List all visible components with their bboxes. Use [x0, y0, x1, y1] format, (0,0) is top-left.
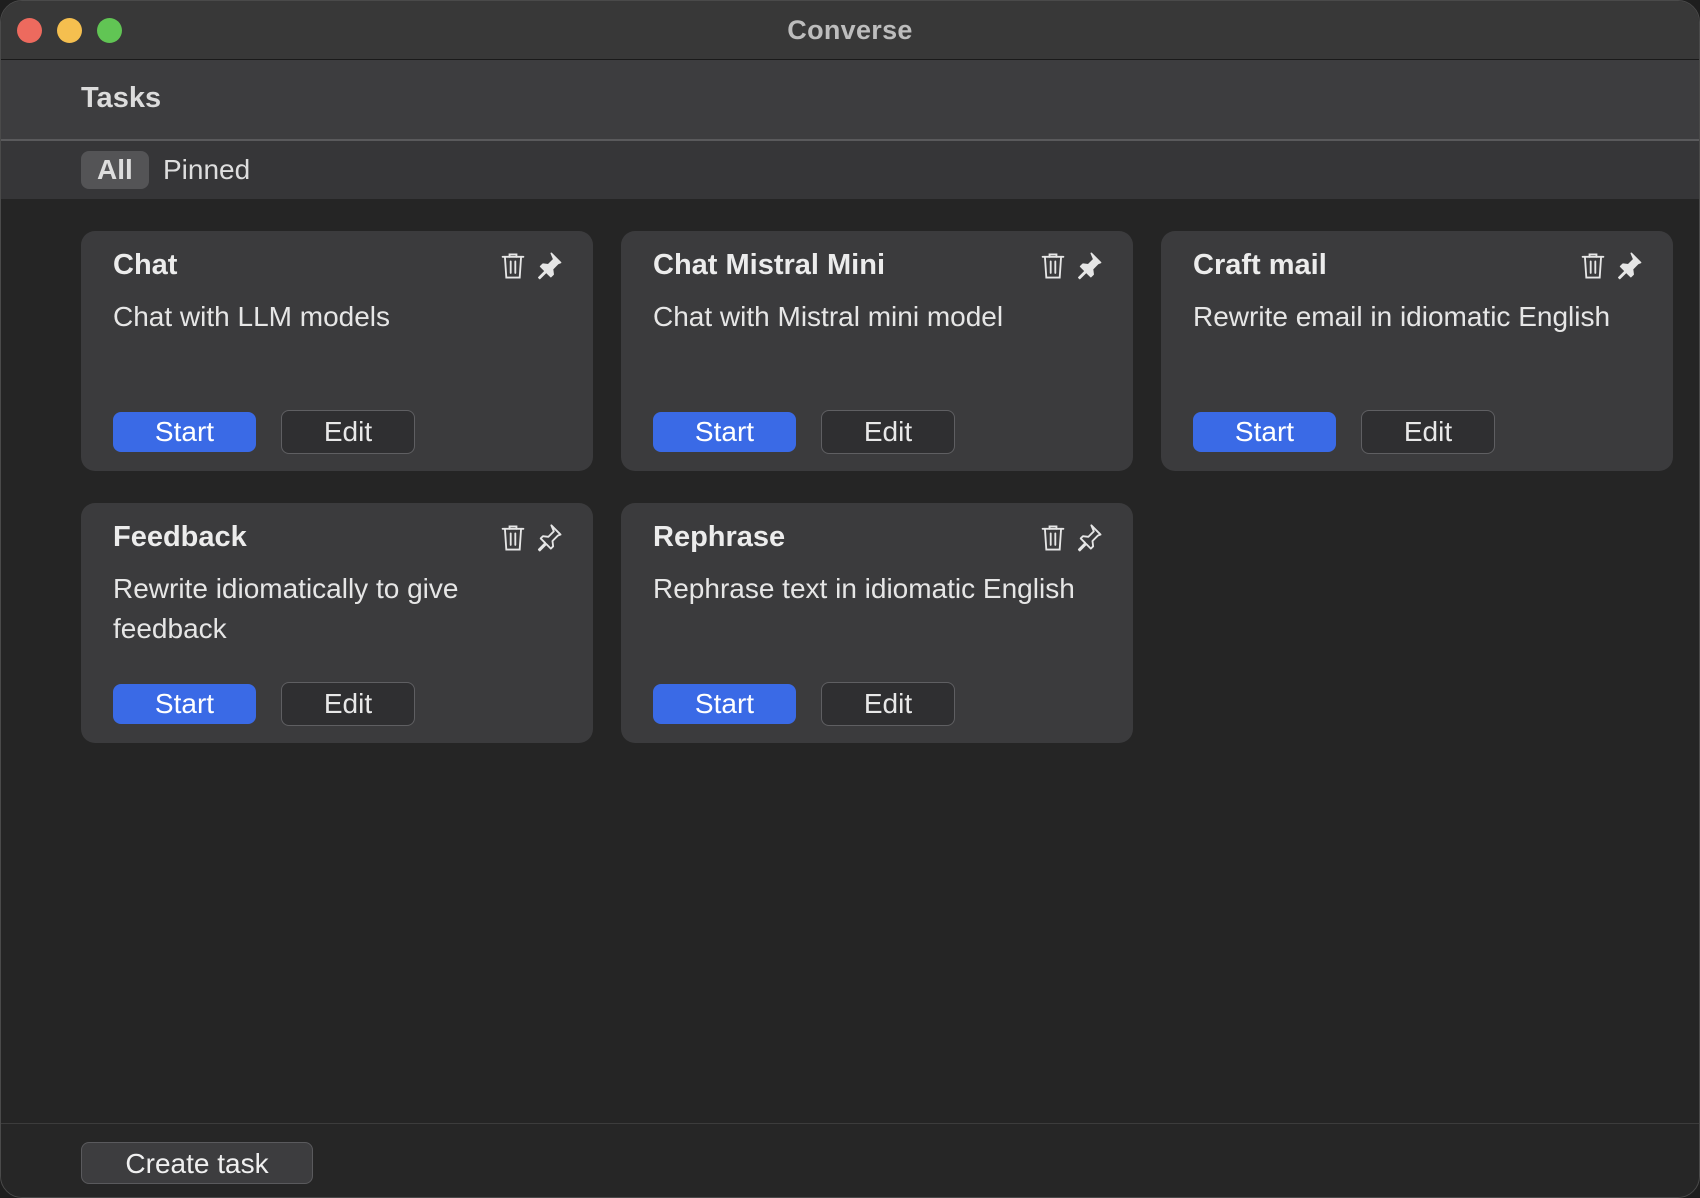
task-card-title: Chat [113, 249, 178, 281]
pin-outline-icon[interactable] [1075, 523, 1103, 553]
task-card-actions [499, 523, 563, 553]
start-button[interactable]: Start [653, 684, 796, 724]
window-title: Converse [787, 15, 913, 45]
task-card-description: Rewrite idiomatically to give feedback [113, 573, 459, 644]
start-button[interactable]: Start [113, 684, 256, 724]
footer-bar: Create task [1, 1123, 1699, 1197]
start-button[interactable]: Start [1193, 412, 1336, 452]
trash-icon[interactable] [1579, 251, 1607, 281]
tab-all[interactable]: All [81, 151, 149, 189]
edit-button[interactable]: Edit [281, 410, 415, 454]
edit-button[interactable]: Edit [1361, 410, 1495, 454]
start-button[interactable]: Start [653, 412, 796, 452]
trash-icon[interactable] [1039, 523, 1067, 553]
edit-button[interactable]: Edit [821, 682, 955, 726]
title-bar: Converse [1, 1, 1699, 60]
edit-button[interactable]: Edit [821, 410, 955, 454]
task-card-description: Chat with Mistral mini model [653, 301, 1004, 332]
create-task-button[interactable]: Create task [81, 1142, 313, 1184]
task-card-rephrase: Rephrase Rephrase text in idiomatic Engl… [621, 503, 1133, 743]
task-card-feedback: Feedback Rewrite idiomatically to give f… [81, 503, 593, 743]
task-card-title: Chat Mistral Mini [653, 249, 886, 281]
trash-icon[interactable] [499, 251, 527, 281]
page-header: Tasks [1, 60, 1699, 141]
task-card-actions [1579, 251, 1643, 281]
pin-filled-icon[interactable] [535, 251, 563, 281]
task-card-description: Chat with LLM models [113, 301, 391, 332]
task-card-title: Feedback [113, 521, 247, 553]
task-card-title: Rephrase [653, 521, 786, 553]
trash-icon[interactable] [499, 523, 527, 553]
pin-filled-icon[interactable] [1075, 251, 1103, 281]
pin-filled-icon[interactable] [1615, 251, 1643, 281]
edit-button[interactable]: Edit [281, 682, 415, 726]
app-window: Converse Tasks All Pinned Chat Chat with… [0, 0, 1700, 1198]
tab-pinned[interactable]: Pinned [147, 151, 266, 189]
task-card-actions [1039, 251, 1103, 281]
filter-tabs: All Pinned [1, 141, 1699, 199]
task-card-craft-mail: Craft mail Rewrite email in idiomatic En… [1161, 231, 1673, 471]
page-title: Tasks [81, 82, 162, 114]
task-card-actions [499, 251, 563, 281]
task-card-description: Rewrite email in idiomatic English [1193, 301, 1611, 332]
task-card-title: Craft mail [1193, 249, 1327, 281]
task-card-description: Rephrase text in idiomatic English [653, 573, 1075, 604]
task-card-chat-mistral-mini: Chat Mistral Mini Chat with Mistral mini… [621, 231, 1133, 471]
task-card-chat: Chat Chat with LLM models Start Edit [81, 231, 593, 471]
trash-icon[interactable] [1039, 251, 1067, 281]
pin-outline-icon[interactable] [535, 523, 563, 553]
start-button[interactable]: Start [113, 412, 256, 452]
task-card-actions [1039, 523, 1103, 553]
